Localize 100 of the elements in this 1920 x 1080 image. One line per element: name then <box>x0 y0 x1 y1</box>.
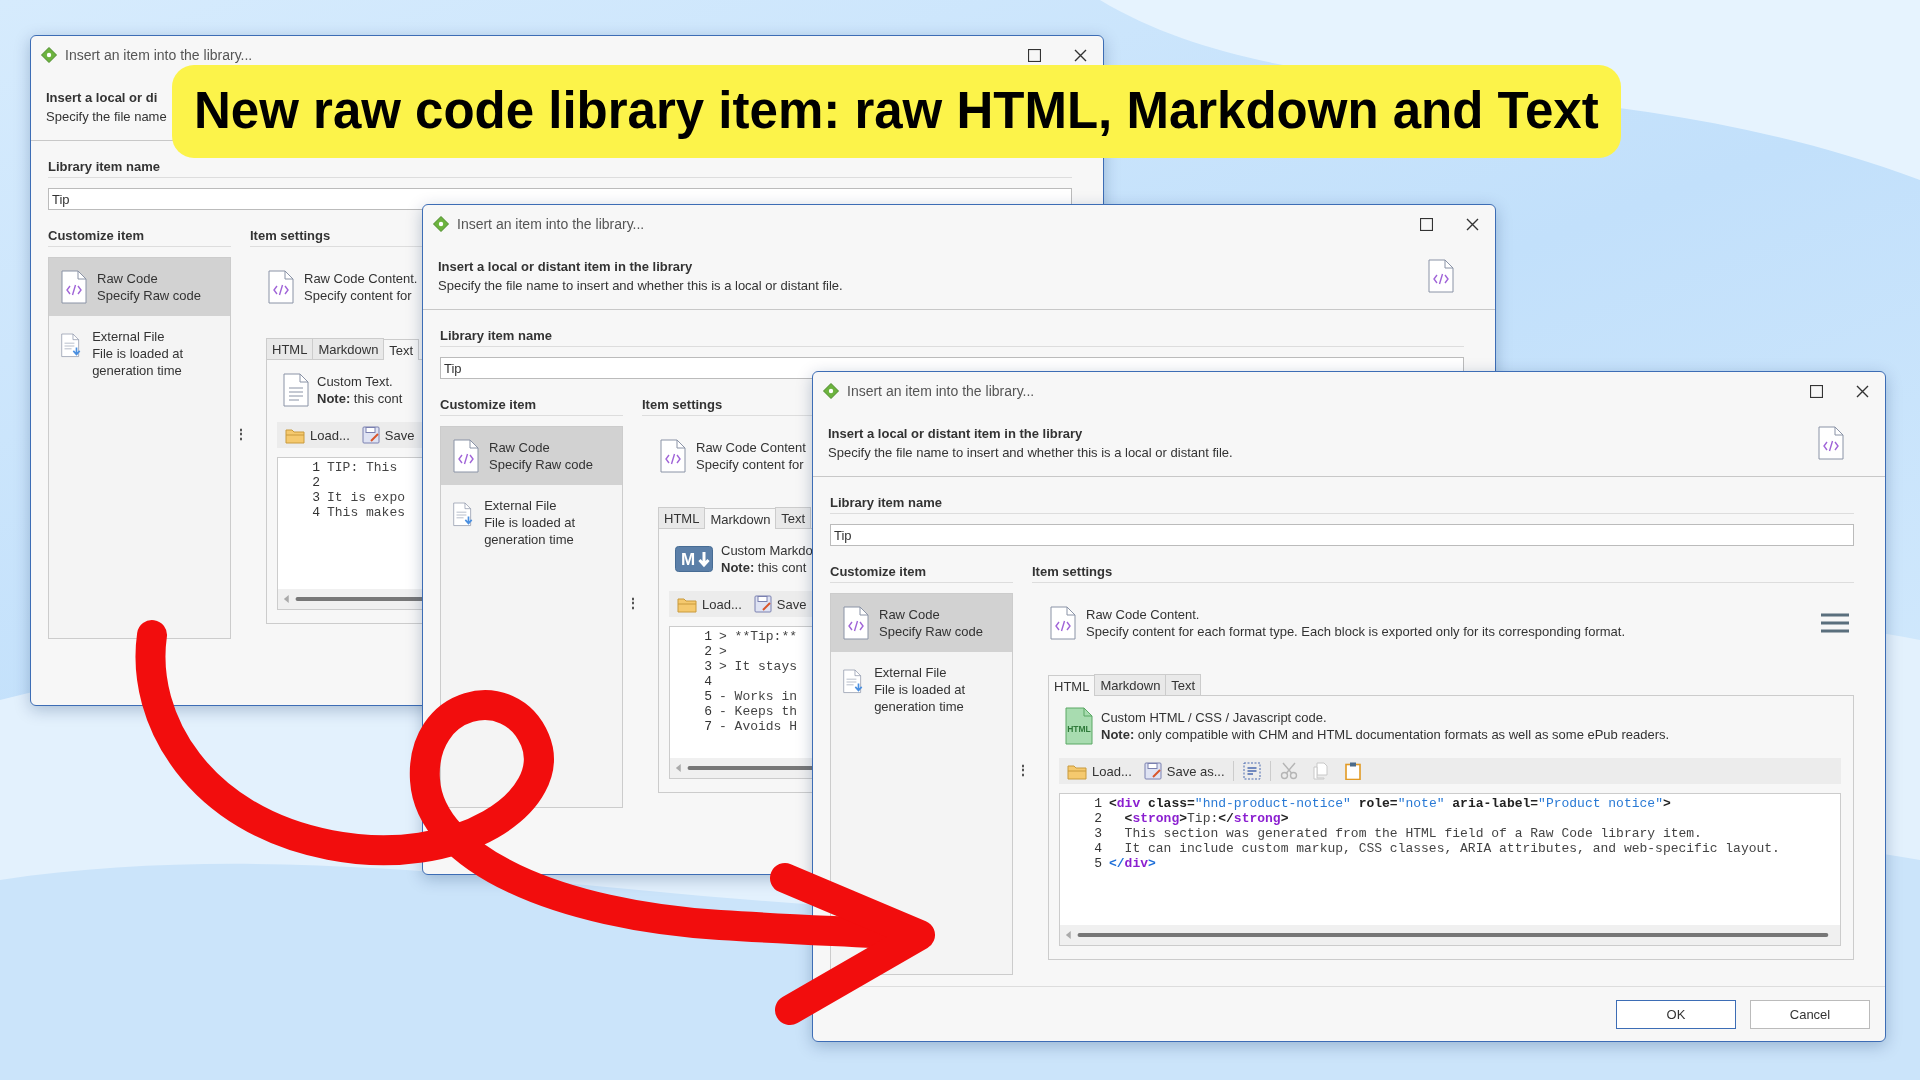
format-tab[interactable]: HTML <box>1048 675 1096 696</box>
menu-icon <box>1820 611 1850 634</box>
format-tab[interactable]: Text <box>1165 674 1202 695</box>
diamond-icon <box>41 47 57 63</box>
list-item[interactable]: External File File is loaded at generation time <box>49 316 230 391</box>
code-line: - Works in <box>719 689 797 704</box>
compatibility-note: Note: this cont <box>317 390 403 407</box>
section-title: Item settings <box>1032 564 1854 583</box>
load-button[interactable]: Load... <box>673 592 746 616</box>
save-button[interactable]: Save as... <box>1139 759 1229 783</box>
dialog-button[interactable]: Cancel <box>1750 999 1870 1029</box>
code-file-icon <box>1050 605 1076 640</box>
headline-banner: New raw code library item: raw HTML, Markdown and Text <box>172 65 1621 158</box>
code-line: > It stays <box>719 659 797 674</box>
code-line: It can include custom markup, CSS classes, ARIA attributes, and web-specific layout. <box>1123 841 1780 856</box>
load-button[interactable]: Load... <box>281 423 354 447</box>
name-field[interactable]: Tip <box>830 524 1854 546</box>
line-number: 1 <box>703 629 713 644</box>
code-line: It is expo <box>327 490 405 505</box>
format-tab[interactable]: HTML <box>266 338 314 359</box>
code-file-icon <box>843 606 869 640</box>
window-title: Insert an item into the library... <box>847 383 1036 399</box>
format-tab[interactable]: Text <box>383 339 420 360</box>
save-button[interactable]: Save <box>749 592 811 616</box>
horizontal-scrollbar[interactable] <box>1060 925 1840 945</box>
panel-title: Custom HTML / CSS / Javascript code. <box>1101 709 1327 726</box>
line-number: 1 <box>1093 796 1103 811</box>
list-item[interactable]: Raw Code Specify Raw code <box>49 258 230 316</box>
save-button[interactable]: Save <box>357 423 419 447</box>
line-number: 2 <box>1093 811 1103 826</box>
document-icon <box>283 373 309 407</box>
section-title: Library item name <box>440 328 1464 347</box>
close-icon <box>1855 384 1869 398</box>
code-file-icon <box>268 269 294 304</box>
content-description: Specify content for <box>304 286 412 304</box>
line-number: 3 <box>703 659 713 674</box>
splitter-handle[interactable]: ⋮ <box>623 594 642 611</box>
compatibility-note: Note: this cont <box>721 559 807 576</box>
section-title: Customize item <box>830 564 1013 583</box>
dialog-heading: Insert a local or distant item in the library <box>438 259 694 274</box>
code-file-icon <box>1818 426 1844 460</box>
format-tab[interactable]: Text <box>775 507 812 528</box>
line-number: 2 <box>703 644 713 659</box>
list-item[interactable]: External File File is loaded at generation time <box>441 485 622 560</box>
code-line: <div class="hnd-product-notice" role="note" aria-label="Product notice"> <box>1109 796 1671 811</box>
dialog-button[interactable]: OK <box>1616 999 1736 1029</box>
code-line: - Avoids H <box>719 719 797 734</box>
dialog-heading: Insert a local or distant item in the library <box>828 426 1084 441</box>
section-title: Customize item <box>440 397 623 416</box>
markdown-icon: M <box>675 546 713 572</box>
code-file-icon <box>61 270 87 304</box>
load-button[interactable]: Load... <box>1063 759 1136 783</box>
close-icon <box>1465 217 1479 231</box>
code-line: This section was generated from the HTML field of a Raw Code library item. <box>1123 826 1702 841</box>
list-item[interactable]: Raw Code Specify Raw code <box>831 594 1012 652</box>
content-title: Raw Code Content. <box>304 269 418 287</box>
maximize-icon <box>1809 384 1823 398</box>
folder-icon <box>285 426 305 444</box>
format-tab[interactable]: Markdown <box>1094 674 1167 695</box>
dialog-heading: Insert a local or di <box>46 90 159 105</box>
section-title: Customize item <box>48 228 231 247</box>
section-title: Library item name <box>830 495 1854 514</box>
line-number: 2 <box>311 475 321 490</box>
splitter-handle[interactable]: ⋮ <box>231 425 250 442</box>
folder-icon <box>677 595 697 613</box>
code-line: <strong>Tip:</strong> <box>1123 811 1289 826</box>
line-number: 3 <box>1093 826 1103 841</box>
panel-title: Custom Text. <box>317 373 393 390</box>
diamond-icon <box>433 216 449 232</box>
format-tab[interactable]: HTML <box>658 507 706 528</box>
code-editor[interactable] <box>1059 793 1841 946</box>
code-line: TIP: This <box>327 460 398 475</box>
line-number: 4 <box>311 505 321 520</box>
code-file-icon <box>453 439 479 473</box>
window-title: Insert an item into the library... <box>65 47 254 63</box>
html-file-icon: HTML <box>1065 707 1093 745</box>
code-line: > <box>719 644 727 659</box>
dialog-description: Specify the file name to insert and whether this is a local or distant file. <box>828 445 1234 460</box>
code-file-icon <box>1428 259 1454 293</box>
format-tab[interactable]: Markdown <box>704 508 777 529</box>
code-line: This makes <box>327 505 405 520</box>
list-item[interactable]: External File File is loaded at generation time <box>831 652 1012 727</box>
close-icon <box>1073 48 1087 62</box>
line-number: 1 <box>311 460 321 475</box>
maximize-icon <box>1419 217 1433 231</box>
diamond-icon <box>823 383 839 399</box>
panel-title: Custom Markdo <box>721 542 813 559</box>
code-file-icon <box>660 438 686 473</box>
line-number: 5 <box>703 689 713 704</box>
line-number: 4 <box>1093 841 1103 856</box>
list-item[interactable]: Raw Code Specify Raw code <box>441 427 622 485</box>
section-title: Library item name <box>48 159 1072 178</box>
maximize-icon <box>1027 48 1041 62</box>
content-title: Raw Code Content. <box>1086 605 1200 623</box>
line-number: 4 <box>703 674 713 689</box>
format-tab[interactable]: Markdown <box>312 338 385 359</box>
content-description: Specify content for each format type. Each block is exported only for its corresponding format. <box>1086 622 1626 640</box>
splitter-handle[interactable]: ⋮ <box>1013 761 1032 778</box>
content-title: Raw Code Content <box>696 438 806 456</box>
compatibility-note: Note: only compatible with CHM and HTML documentation formats as well as some ePub readers. <box>1101 726 1670 743</box>
